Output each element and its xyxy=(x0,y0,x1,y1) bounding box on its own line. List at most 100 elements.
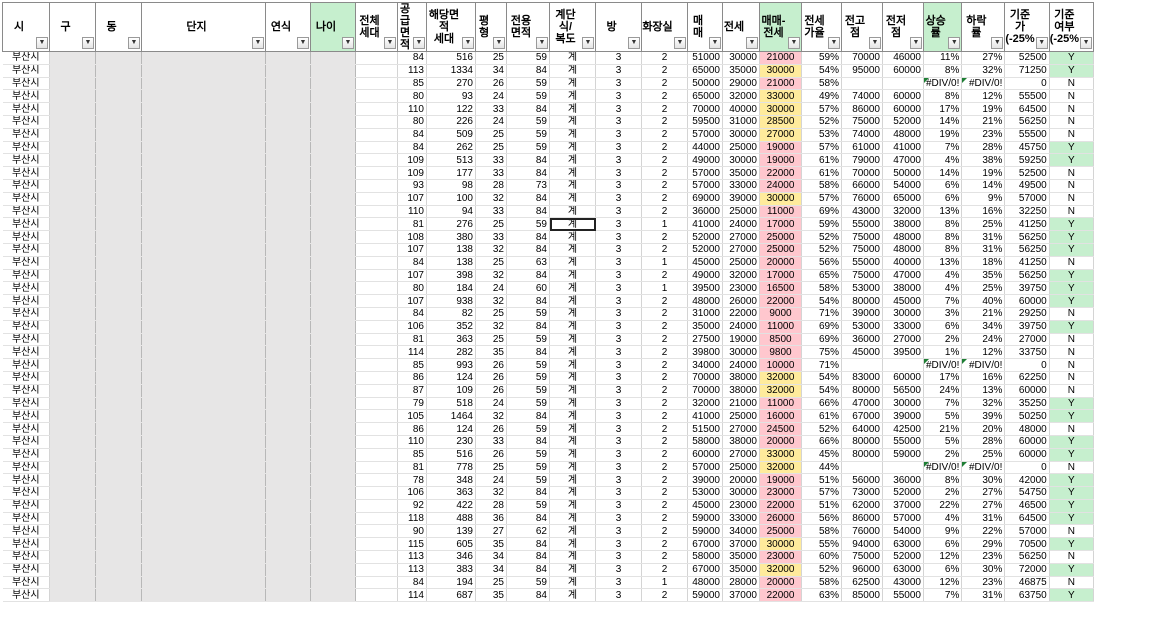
cell[interactable]: 3 xyxy=(595,230,642,244)
cell[interactable]: 84 xyxy=(506,512,550,526)
cell[interactable]: N xyxy=(1049,358,1095,372)
cell[interactable]: 106 xyxy=(397,486,427,500)
cell[interactable]: 계 xyxy=(549,102,596,116)
blank-cell[interactable] xyxy=(95,435,142,449)
cell[interactable]: 47000 xyxy=(841,397,883,411)
blank-cell[interactable] xyxy=(355,486,398,500)
cell[interactable]: 66% xyxy=(801,435,842,449)
blank-cell[interactable] xyxy=(95,256,142,270)
column-header[interactable]: 단지 ▼ xyxy=(141,2,266,52)
blank-cell[interactable] xyxy=(265,537,311,552)
cell[interactable]: 7% xyxy=(923,141,963,155)
cell[interactable]: 48000 xyxy=(687,294,723,308)
cell[interactable]: N xyxy=(1049,128,1095,142)
cell[interactable]: 65000 xyxy=(882,192,924,206)
cell[interactable]: 53000 xyxy=(841,320,883,334)
cell[interactable]: 31000 xyxy=(687,307,723,321)
cell[interactable]: 2 xyxy=(641,141,688,155)
blank-cell[interactable] xyxy=(310,358,356,372)
cell[interactable]: 938 xyxy=(426,294,476,308)
cell[interactable]: 56500 xyxy=(882,384,924,398)
cell[interactable]: 44000 xyxy=(687,141,723,155)
cell[interactable]: 19000 xyxy=(759,153,802,168)
blank-cell[interactable] xyxy=(95,422,142,436)
cell[interactable]: 76000 xyxy=(841,192,883,206)
blank-cell[interactable] xyxy=(265,128,311,142)
blank-cell[interactable] xyxy=(95,524,142,539)
blank-cell[interactable] xyxy=(95,384,142,398)
cell[interactable]: Y xyxy=(1049,51,1095,65)
blank-cell[interactable] xyxy=(310,230,356,244)
blank-cell[interactable] xyxy=(355,64,398,78)
cell[interactable]: 30000 xyxy=(722,51,760,65)
cell[interactable]: 23000 xyxy=(759,486,802,500)
cell[interactable]: 21% xyxy=(923,422,963,436)
cell[interactable]: 58% xyxy=(801,281,842,296)
cell[interactable]: 26 xyxy=(475,77,507,91)
cell[interactable]: 58% xyxy=(801,524,842,539)
cell[interactable]: 59000 xyxy=(687,588,723,603)
cell[interactable]: 25% xyxy=(961,217,1006,232)
cell[interactable]: N xyxy=(1049,550,1095,564)
cell[interactable]: 8% xyxy=(923,243,963,257)
blank-cell[interactable] xyxy=(141,153,266,168)
cell[interactable]: 32000 xyxy=(759,563,802,577)
cell[interactable]: 8500 xyxy=(759,333,802,347)
filter-dropdown-icon[interactable]: ▼ xyxy=(828,37,840,49)
cell[interactable]: 3 xyxy=(595,550,642,564)
cell[interactable]: 27% xyxy=(961,499,1006,513)
blank-cell[interactable] xyxy=(355,537,398,552)
cell[interactable]: 84 xyxy=(506,588,550,603)
blank-cell[interactable] xyxy=(355,205,398,219)
cell[interactable]: 23000 xyxy=(722,281,760,296)
blank-cell[interactable] xyxy=(95,281,142,296)
cell[interactable]: 2 xyxy=(641,269,688,283)
cell[interactable]: 3 xyxy=(595,179,642,193)
cell[interactable]: 138 xyxy=(426,243,476,257)
blank-cell[interactable] xyxy=(310,588,356,603)
blank-cell[interactable] xyxy=(95,563,142,577)
cell[interactable]: 59 xyxy=(506,499,550,513)
cell[interactable]: 25000 xyxy=(722,409,760,424)
cell[interactable]: 3 xyxy=(595,256,642,270)
blank-cell[interactable] xyxy=(310,205,356,219)
cell-city[interactable]: 부산시 xyxy=(2,371,50,385)
cell-city[interactable]: 부산시 xyxy=(2,588,50,603)
cell[interactable]: 계 xyxy=(549,307,596,321)
cell[interactable]: 27000 xyxy=(722,422,760,436)
cell[interactable]: 59 xyxy=(506,77,550,91)
blank-cell[interactable] xyxy=(95,461,142,475)
cell[interactable]: 30000 xyxy=(759,64,802,78)
blank-cell[interactable] xyxy=(49,102,96,116)
blank-cell[interactable] xyxy=(265,371,311,385)
cell[interactable]: 79 xyxy=(397,397,427,411)
blank-cell[interactable] xyxy=(141,409,266,424)
cell[interactable]: 2 xyxy=(641,230,688,244)
blank-cell[interactable] xyxy=(355,243,398,257)
cell[interactable]: 40000 xyxy=(882,256,924,270)
cell[interactable]: 2 xyxy=(641,537,688,552)
blank-cell[interactable] xyxy=(265,51,311,65)
blank-cell[interactable] xyxy=(265,307,311,321)
cell[interactable]: 56% xyxy=(801,512,842,526)
cell[interactable]: 계 xyxy=(549,537,596,552)
blank-cell[interactable] xyxy=(310,435,356,449)
cell[interactable]: 49000 xyxy=(687,269,723,283)
cell[interactable]: 2 xyxy=(641,358,688,372)
cell[interactable]: 66000 xyxy=(841,179,883,193)
cell[interactable]: 363 xyxy=(426,486,476,500)
cell[interactable]: 3 xyxy=(595,153,642,168)
cell[interactable]: 84 xyxy=(506,320,550,334)
blank-cell[interactable] xyxy=(141,550,266,564)
cell[interactable]: 60% xyxy=(801,550,842,564)
cell[interactable]: 계 xyxy=(549,77,596,91)
blank-cell[interactable] xyxy=(310,51,356,65)
cell[interactable]: 37000 xyxy=(722,588,760,603)
cell[interactable]: 59 xyxy=(506,576,550,590)
blank-cell[interactable] xyxy=(355,51,398,65)
cell[interactable]: 2 xyxy=(641,179,688,193)
cell[interactable]: 61000 xyxy=(841,141,883,155)
cell[interactable]: #DIV/0! xyxy=(923,461,963,475)
blank-cell[interactable] xyxy=(355,230,398,244)
cell[interactable]: 13% xyxy=(923,205,963,219)
